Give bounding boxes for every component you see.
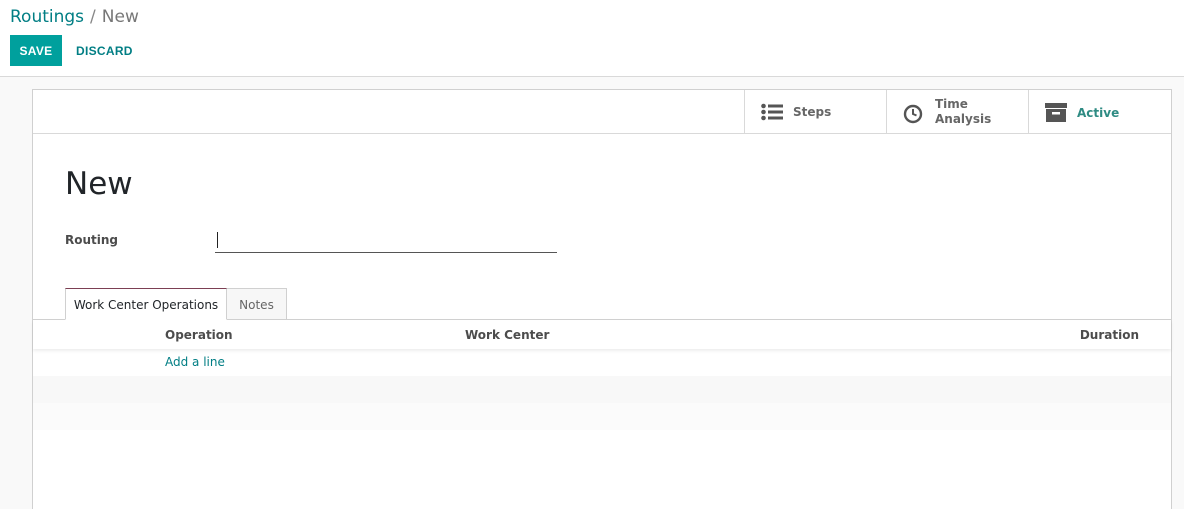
column-header-work-center[interactable]: Work Center bbox=[465, 328, 549, 342]
archive-icon bbox=[1045, 103, 1067, 126]
column-header-duration[interactable]: Duration bbox=[1080, 328, 1139, 342]
breadcrumb-current: New bbox=[101, 7, 139, 27]
table-row bbox=[33, 403, 1171, 430]
text-cursor bbox=[217, 232, 218, 248]
steps-button[interactable]: Steps bbox=[744, 90, 886, 134]
table-row: Add a line bbox=[33, 349, 1171, 376]
breadcrumb: Routings / New bbox=[10, 7, 139, 27]
breadcrumb-separator: / bbox=[90, 7, 96, 27]
time-analysis-label: Time Analysis bbox=[935, 97, 991, 127]
save-button[interactable]: SAVE bbox=[10, 35, 62, 66]
add-line-link[interactable]: Add a line bbox=[165, 355, 225, 369]
routing-label: Routing bbox=[65, 233, 119, 247]
routing-name-input[interactable] bbox=[215, 232, 557, 253]
control-panel: Routings / New SAVE DISCARD bbox=[0, 0, 1184, 77]
column-header-operation[interactable]: Operation bbox=[165, 328, 233, 342]
discard-button[interactable]: DISCARD bbox=[70, 35, 139, 66]
time-analysis-button[interactable]: Time Analysis bbox=[886, 90, 1028, 134]
active-label: Active bbox=[1077, 106, 1120, 120]
tab-notes[interactable]: Notes bbox=[226, 288, 287, 320]
breadcrumb-routings-link[interactable]: Routings bbox=[10, 7, 84, 27]
stat-button-box: Steps Time Analysis Active bbox=[33, 90, 1171, 134]
list-icon bbox=[761, 103, 783, 125]
time-label-line1: Time bbox=[935, 97, 968, 111]
record-title: New bbox=[65, 166, 133, 202]
table-row bbox=[33, 376, 1171, 403]
clock-icon bbox=[903, 104, 923, 128]
tab-work-center-operations[interactable]: Work Center Operations bbox=[65, 288, 227, 320]
active-toggle-button[interactable]: Active bbox=[1028, 90, 1170, 134]
operations-table-header: Operation Work Center Duration bbox=[33, 320, 1171, 349]
steps-label: Steps bbox=[793, 105, 832, 119]
time-label-line2: Analysis bbox=[935, 112, 992, 126]
form-sheet: Steps Time Analysis Active New Routing W… bbox=[32, 89, 1172, 509]
